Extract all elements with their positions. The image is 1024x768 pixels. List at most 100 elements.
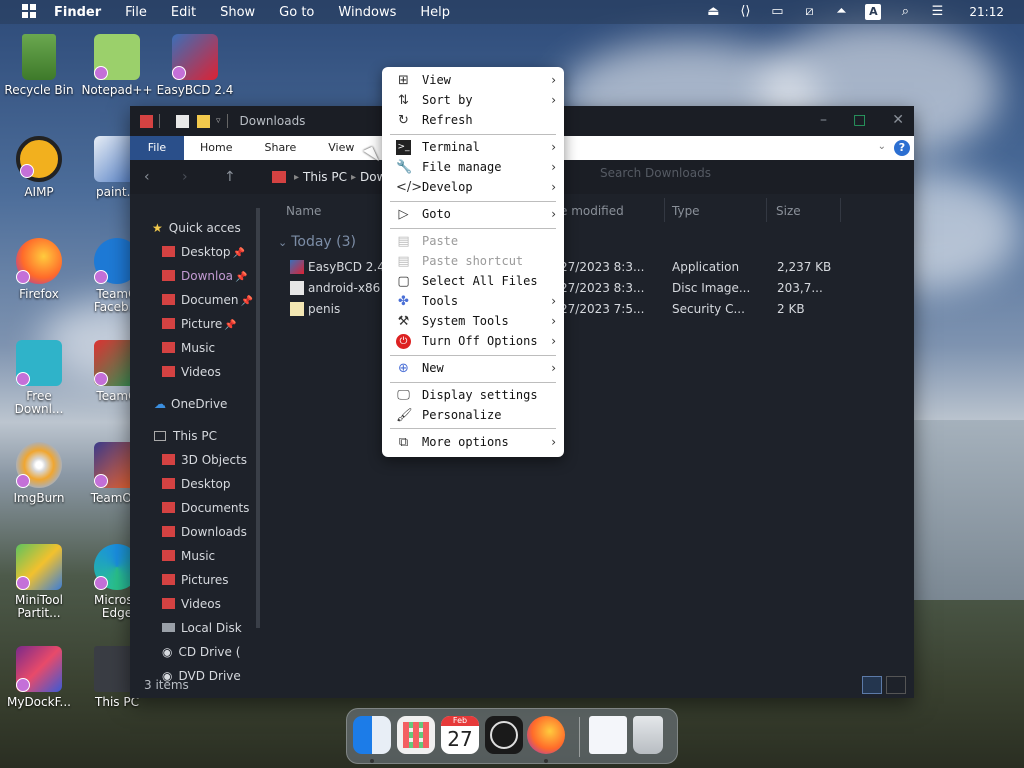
control-center-icon[interactable]: ☰ [929, 4, 945, 20]
menu-windows[interactable]: Windows [338, 5, 396, 20]
sidebar-item-documents[interactable]: Documents [162, 498, 249, 518]
desktop-icon-minitool[interactable]: MiniTool Partit... [0, 544, 78, 620]
close-icon[interactable]: ✕ [892, 112, 904, 128]
desktop-icon-recycle-bin[interactable]: Recycle Bin [0, 34, 78, 97]
status-bar: 3 items [144, 678, 189, 692]
sidebar-item-quick-access[interactable]: ★ Quick acces [152, 218, 241, 238]
input-method-icon[interactable]: A [865, 4, 882, 20]
column-type[interactable]: Type [672, 204, 700, 220]
desktop-icon-easybcd[interactable]: EasyBCD 2.4 [156, 34, 234, 97]
eject-circle-icon[interactable]: ⏏ [705, 4, 721, 20]
sidebar-item-pictures-pinned[interactable]: Picture 📌 [162, 314, 237, 334]
menu-item-new[interactable]: ⊕ New › [382, 358, 564, 378]
folder-icon [162, 454, 175, 465]
group-header[interactable]: ⌄ Today (3) [278, 234, 356, 250]
tab-share[interactable]: Share [248, 136, 312, 160]
sidebar-item-desktop-pinned[interactable]: Desktop 📌 [162, 242, 245, 262]
folder-yellow-icon[interactable] [197, 114, 210, 128]
code-arrows-icon[interactable]: ⟨⟩ [737, 4, 753, 20]
finder-icon[interactable] [353, 716, 391, 754]
details-view-icon[interactable] [862, 676, 882, 694]
menu-item-display-settings[interactable]: 🖵 Display settings [382, 385, 564, 405]
menu-item-refresh[interactable]: ↻ Refresh [382, 110, 564, 130]
desktop-icon-mydock[interactable]: MyDockF... [0, 646, 78, 709]
window-preview-icon[interactable] [589, 716, 627, 754]
desktop-icon-free-download[interactable]: Free Downl... [0, 340, 78, 416]
menu-finder[interactable]: Finder [54, 5, 101, 20]
column-name[interactable]: Name [286, 204, 321, 220]
search-icon[interactable]: ⌕ [897, 4, 913, 20]
menu-item-paste[interactable]: ▤ Paste [382, 231, 564, 251]
forward-icon[interactable]: › [182, 169, 206, 185]
tab-home[interactable]: Home [184, 136, 248, 160]
menu-item-select-all-files[interactable]: ▢ Select All Files [382, 271, 564, 291]
menu-item-more-options[interactable]: ⧉ More options › [382, 432, 564, 452]
firefox-dock-icon[interactable] [527, 716, 565, 754]
column-date-modified[interactable]: e modified [560, 204, 624, 220]
tab-view[interactable]: View [312, 136, 370, 160]
launchpad-icon[interactable] [397, 716, 435, 754]
maximize-icon[interactable]: □ [853, 112, 866, 128]
dropdown-icon[interactable]: ▿ [216, 116, 221, 126]
back-icon[interactable]: ‹ [144, 169, 168, 185]
eject-icon[interactable]: ⏶ [833, 4, 849, 20]
sidebar-item-3d-objects[interactable]: 3D Objects [162, 450, 247, 470]
menu-item-file-manage[interactable]: 🔧 File manage › [382, 157, 564, 177]
tab-file[interactable]: File [130, 136, 184, 160]
sidebar-item-downloads[interactable]: Downloads [162, 522, 247, 542]
menu-go-to[interactable]: Go to [279, 5, 314, 20]
sidebar-item-videos-quick[interactable]: Videos [162, 362, 221, 382]
chevron-right-icon: › [551, 334, 556, 348]
menu-item-terminal[interactable]: >_ Terminal › [382, 137, 564, 157]
sidebar-item-documents-pinned[interactable]: Documen 📌 [162, 290, 253, 310]
help-icon[interactable]: ? [894, 140, 910, 156]
menu-item-system-tools[interactable]: ⚒ System Tools › [382, 311, 564, 331]
sidebar-scrollbar[interactable] [256, 208, 260, 628]
breadcrumb-sep: ▸ [294, 171, 300, 183]
sidebar-item-this-pc[interactable]: This PC [154, 426, 217, 446]
desktop-icon-imgburn[interactable]: ImgBurn [0, 442, 78, 505]
desktop-icon-aimp[interactable]: AIMP [0, 136, 78, 199]
menu-show[interactable]: Show [220, 5, 255, 20]
menu-edit[interactable]: Edit [171, 5, 196, 20]
sidebar-item-onedrive[interactable]: ☁ OneDrive [154, 394, 227, 414]
sidebar-item-pictures[interactable]: Pictures [162, 570, 229, 590]
sidebar-item-desktop[interactable]: Desktop [162, 474, 231, 494]
menu-item-tools[interactable]: ✤ Tools › [382, 291, 564, 311]
column-size[interactable]: Size [776, 204, 801, 220]
sidebar-item-cd-drive[interactable]: ◉ CD Drive ( [162, 642, 254, 662]
search-input[interactable]: Search Downloads [600, 166, 711, 180]
sidebar-item-downloads-pinned[interactable]: Downloa 📌 [162, 266, 247, 286]
menu-item-personalize[interactable]: 🖌 Personalize [382, 405, 564, 425]
menu-item-develop[interactable]: </> Develop › [382, 177, 564, 197]
up-icon[interactable]: ↑ [224, 169, 248, 185]
sidebar-item-music[interactable]: Music [162, 546, 215, 566]
network-off-icon[interactable]: ⧄ [801, 4, 817, 20]
checkbox-icon[interactable] [176, 114, 189, 128]
calendar-icon[interactable]: Feb 27 [441, 716, 479, 754]
large-icons-view-icon[interactable] [886, 676, 906, 694]
menu-item-paste-shortcut[interactable]: ▤ Paste shortcut [382, 251, 564, 271]
sidebar-item-local-disk[interactable]: Local Disk [162, 618, 254, 638]
folder-icon [162, 246, 175, 257]
menu-item-sort-by[interactable]: ⇅ Sort by › [382, 90, 564, 110]
desktop-icon-firefox[interactable]: Firefox [0, 238, 78, 301]
sidebar-item-videos[interactable]: Videos [162, 594, 221, 614]
menu-file[interactable]: File [125, 5, 147, 20]
windows-logo-icon[interactable] [20, 2, 40, 22]
trash-icon[interactable] [633, 716, 663, 754]
breadcrumb-this-pc[interactable]: This PC [303, 170, 347, 184]
clock-app-icon[interactable] [485, 716, 523, 754]
menu-item-goto[interactable]: ▷ Goto › [382, 204, 564, 224]
menu-help[interactable]: Help [420, 5, 450, 20]
top-menu-bar: Finder File Edit Show Go to Windows Help… [0, 0, 1024, 24]
chevron-right-icon: › [551, 160, 556, 174]
desktop-icon-notepad[interactable]: Notepad++ [78, 34, 156, 97]
sidebar-item-music-quick[interactable]: Music [162, 338, 215, 358]
monitor-icon[interactable]: ▭ [769, 4, 785, 20]
minimize-icon[interactable]: – [820, 112, 827, 128]
menu-item-view[interactable]: ⊞ View › [382, 70, 564, 90]
menu-item-turn-off-options[interactable]: ⏻ Turn Off Options › [382, 331, 564, 351]
clock[interactable]: 21:12 [969, 5, 1004, 19]
ribbon-expand-icon[interactable]: ⌄ [878, 141, 886, 152]
